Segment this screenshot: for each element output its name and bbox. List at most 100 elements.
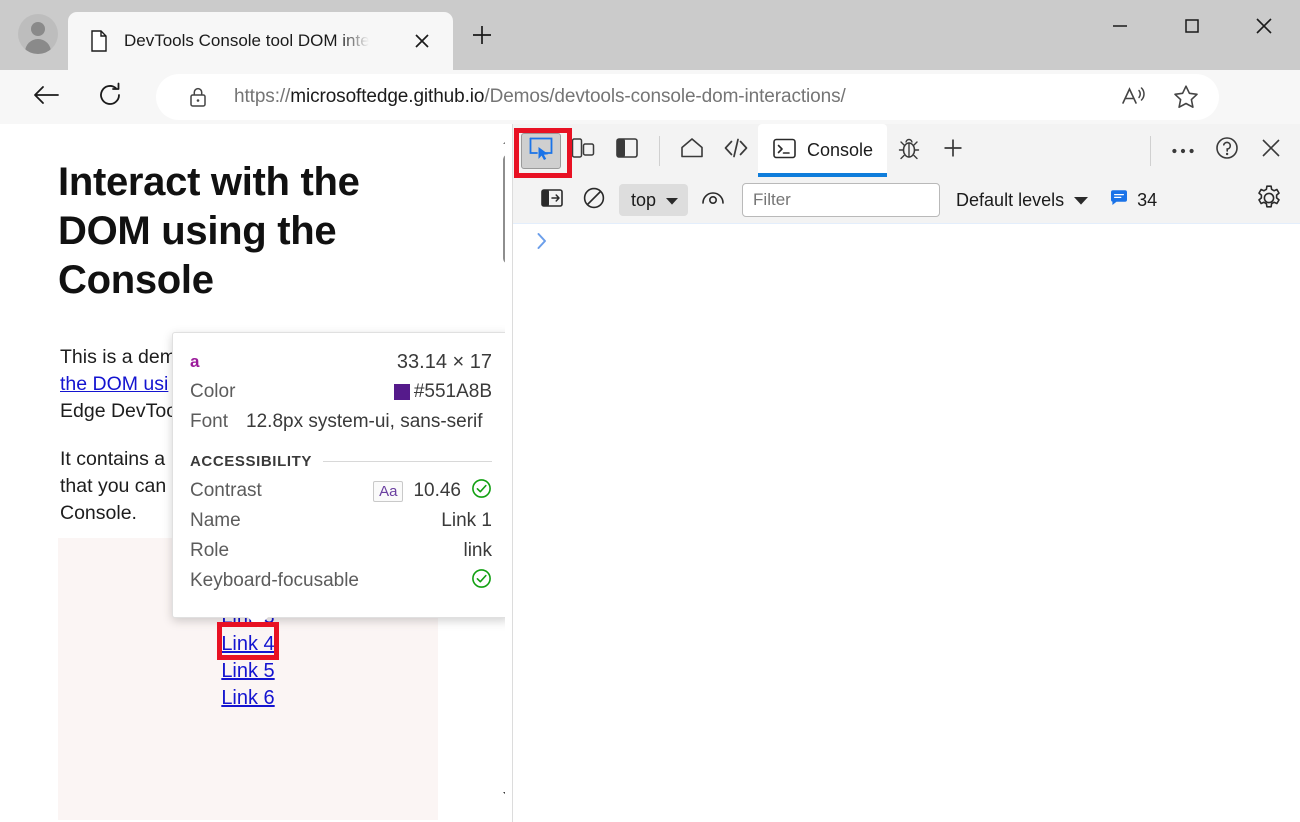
link-4[interactable]: Link 4 <box>221 631 274 658</box>
more-tools-button[interactable] <box>931 131 975 171</box>
console-sidebar-icon <box>540 187 564 214</box>
home-icon <box>679 136 705 165</box>
tooltip-section-title: ACCESSIBILITY <box>190 453 312 470</box>
help-question-icon <box>1214 135 1240 166</box>
scrollbar-thumb[interactable] <box>503 154 505 264</box>
read-aloud-icon[interactable] <box>1117 80 1151 114</box>
keyboard-focusable-status <box>471 568 492 595</box>
back-button[interactable] <box>26 77 66 117</box>
plus-icon <box>470 23 494 52</box>
address-bar: https://microsoftedge.github.io/Demos/de… <box>0 70 1300 124</box>
devtools-more-options-button[interactable] <box>1161 131 1205 171</box>
browser-window: DevTools Console tool DOM inte <box>0 0 1300 822</box>
document-icon <box>90 30 108 52</box>
tab-elements[interactable] <box>714 131 758 171</box>
paragraph1-text-start: This is a dem <box>60 346 176 368</box>
javascript-context-selector[interactable]: top <box>619 184 688 216</box>
console-output-area[interactable] <box>513 225 1300 822</box>
scroll-up-arrow-icon[interactable] <box>498 130 505 152</box>
paragraph2-line-3: Console. <box>60 502 137 524</box>
browser-tab[interactable]: DevTools Console tool DOM inte <box>68 12 453 70</box>
divider <box>1150 136 1151 166</box>
tooltip-dimensions: 33.14 × 17 <box>397 351 492 374</box>
tooltip-font-value: 12.8px system-ui, sans-serif <box>246 411 483 433</box>
scroll-down-arrow-icon[interactable] <box>498 784 505 806</box>
url-host: microsoftedge.github.io <box>290 86 484 107</box>
devtools-toolbar: Console <box>513 124 1300 177</box>
tooltip-name-value: Link 1 <box>441 510 492 532</box>
tooltip-tag-row: a 33.14 × 17 <box>190 347 492 377</box>
maximize-button[interactable] <box>1156 0 1228 56</box>
chevron-down-icon <box>665 190 679 211</box>
link-6[interactable]: Link 6 <box>221 685 274 712</box>
console-filter-bar: top Default levels <box>513 177 1300 224</box>
tab-console[interactable]: Console <box>758 124 887 177</box>
bug-issues-icon <box>896 136 922 165</box>
url-prefix: https:// <box>234 86 290 107</box>
inspect-element-button[interactable] <box>521 133 561 169</box>
content-area: Interact with the DOM using the Console … <box>0 124 1300 822</box>
gear-icon <box>1255 184 1283 217</box>
paragraph2-line-2: that you can <box>60 475 166 497</box>
color-swatch-icon <box>394 384 410 400</box>
message-bubble-icon <box>1109 189 1129 212</box>
contrast-aa-chip: Aa <box>373 481 403 502</box>
tooltip-font-label: Font <box>190 411 228 433</box>
device-emulation-button[interactable] <box>561 131 605 171</box>
console-sidebar-button[interactable] <box>531 183 573 217</box>
check-circle-icon <box>471 568 492 595</box>
dock-side-button[interactable] <box>605 131 649 171</box>
tooltip-tag-name: a <box>190 352 199 372</box>
window-close-button[interactable] <box>1228 0 1300 56</box>
tooltip-role-row: Role link <box>190 536 492 566</box>
devtools-close-button[interactable] <box>1249 131 1293 171</box>
url-path: /Demos/devtools-console-dom-interactions… <box>484 86 845 107</box>
check-circle-icon <box>471 478 492 505</box>
inspect-element-icon <box>528 135 554 166</box>
title-bar: DevTools Console tool DOM inte <box>0 0 1300 70</box>
tooltip-color-value: #551A8B <box>414 381 492 403</box>
tooltip-font-row: Font 12.8px system-ui, sans-serif <box>190 407 492 437</box>
omnibox-actions <box>1117 74 1203 120</box>
clear-console-button[interactable] <box>573 183 615 217</box>
close-icon[interactable] <box>409 28 435 54</box>
device-emulation-icon <box>570 136 596 165</box>
url-bar[interactable]: https://microsoftedge.github.io/Demos/de… <box>156 74 1219 120</box>
devtools-toolbar-right <box>1140 131 1300 171</box>
tab-issues[interactable] <box>887 131 931 171</box>
account-avatar-icon <box>18 14 58 54</box>
chevron-right-prompt-icon <box>535 231 549 256</box>
inspect-element-tooltip: a 33.14 × 17 Color #551A8B Font 12.8px s… <box>172 332 505 618</box>
close-icon <box>1253 15 1275 42</box>
new-tab-button[interactable] <box>463 18 501 56</box>
message-count-value: 34 <box>1137 190 1157 211</box>
star-icon[interactable] <box>1169 80 1203 114</box>
tooltip-contrast-value: 10.46 <box>413 480 461 502</box>
tooltip-role-label: Role <box>190 540 229 562</box>
console-settings-button[interactable] <box>1251 183 1287 217</box>
console-filter-input[interactable] <box>742 183 940 217</box>
context-value: top <box>631 190 656 211</box>
live-expression-button[interactable] <box>692 183 734 217</box>
message-count-badge[interactable]: 34 <box>1109 189 1157 212</box>
divider <box>659 136 660 166</box>
paragraph1-text-end: Edge DevToo <box>60 400 177 422</box>
console-input-line[interactable] <box>535 231 557 256</box>
url-text: https://microsoftedge.github.io/Demos/de… <box>234 86 846 108</box>
tab-console-label: Console <box>807 140 873 161</box>
dom-console-link[interactable]: the DOM usi <box>60 373 168 395</box>
log-levels-label: Default levels <box>956 190 1064 211</box>
profile-button[interactable] <box>14 10 62 58</box>
minimize-button[interactable] <box>1084 0 1156 56</box>
tooltip-keyboard-label: Keyboard-focusable <box>190 570 359 592</box>
log-levels-selector[interactable]: Default levels <box>956 190 1089 211</box>
devtools-help-button[interactable] <box>1205 131 1249 171</box>
ellipsis-icon <box>1171 142 1195 160</box>
tooltip-role-value: link <box>463 540 492 562</box>
console-terminal-icon <box>772 137 797 165</box>
welcome-tab-button[interactable] <box>670 131 714 171</box>
tooltip-name-label: Name <box>190 510 241 532</box>
link-5[interactable]: Link 5 <box>221 658 274 685</box>
reload-button[interactable] <box>90 77 130 117</box>
tooltip-color-value-group: #551A8B <box>394 381 492 403</box>
